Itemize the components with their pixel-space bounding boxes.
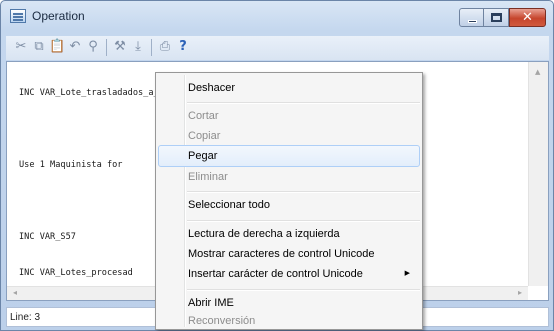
menu-item-label: Insertar carácter de control Unicode <box>188 268 363 280</box>
find-icon[interactable]: ⚲ <box>85 39 101 55</box>
print-icon[interactable]: ⎙ <box>157 39 173 55</box>
scroll-right-icon[interactable]: ▸ <box>518 288 522 297</box>
menu-item-reconversion[interactable]: Reconversión <box>158 310 420 331</box>
menu-item-undo[interactable]: Deshacer <box>158 77 420 99</box>
menu-item-select-all[interactable]: Seleccionar todo <box>158 194 420 216</box>
toolbar: ✂ ⧉ 📋 ↶ ⚲ ⚒ ⤓ ⎙ ? <box>6 36 549 60</box>
window-title: Operation <box>32 9 85 23</box>
close-icon: ✕ <box>522 10 533 25</box>
menu-separator <box>187 220 420 221</box>
title-bar[interactable]: Operation ✕ <box>1 1 553 31</box>
help-icon[interactable]: ? <box>175 39 191 55</box>
close-button[interactable]: ✕ <box>509 8 546 27</box>
paste-icon[interactable]: 📋 <box>49 39 65 55</box>
minimize-icon <box>468 20 477 23</box>
tools-icon[interactable]: ⚒ <box>112 39 128 55</box>
app-icon[interactable] <box>10 9 26 23</box>
menu-separator <box>187 191 420 192</box>
menu-item-rtl-reading[interactable]: Lectura de derecha a izquierda <box>158 223 420 245</box>
toolbar-separator <box>151 39 152 56</box>
menu-item-delete[interactable]: Eliminar <box>158 166 420 188</box>
maximize-button[interactable] <box>484 8 509 27</box>
submenu-arrow-icon: ▶ <box>404 270 410 277</box>
scroll-left-icon[interactable]: ◂ <box>13 288 17 297</box>
vertical-scrollbar[interactable]: ▲ <box>528 62 548 286</box>
undo-icon[interactable]: ↶ <box>67 39 83 55</box>
maximize-icon <box>491 13 502 22</box>
scroll-up-icon[interactable]: ▲ <box>535 68 540 76</box>
line-indicator: Line: 3 <box>10 312 41 323</box>
menu-item-insert-unicode-control[interactable]: Insertar carácter de control Unicode ▶ <box>158 263 420 285</box>
cut-icon[interactable]: ✂ <box>13 39 29 55</box>
menu-item-cut[interactable]: Cortar <box>158 105 420 127</box>
menu-item-paste[interactable]: Pegar <box>158 145 420 167</box>
menu-separator <box>187 102 420 103</box>
toolbar-separator <box>106 39 107 56</box>
copy-icon[interactable]: ⧉ <box>31 39 47 55</box>
menu-item-show-unicode-control[interactable]: Mostrar caracteres de control Unicode <box>158 243 420 265</box>
menu-separator <box>187 289 420 290</box>
insert-icon[interactable]: ⤓ <box>130 39 146 55</box>
minimize-button[interactable] <box>459 8 484 27</box>
context-menu: Deshacer Cortar Copiar Pegar Eliminar Se… <box>155 72 423 330</box>
menu-item-copy[interactable]: Copiar <box>158 125 420 147</box>
